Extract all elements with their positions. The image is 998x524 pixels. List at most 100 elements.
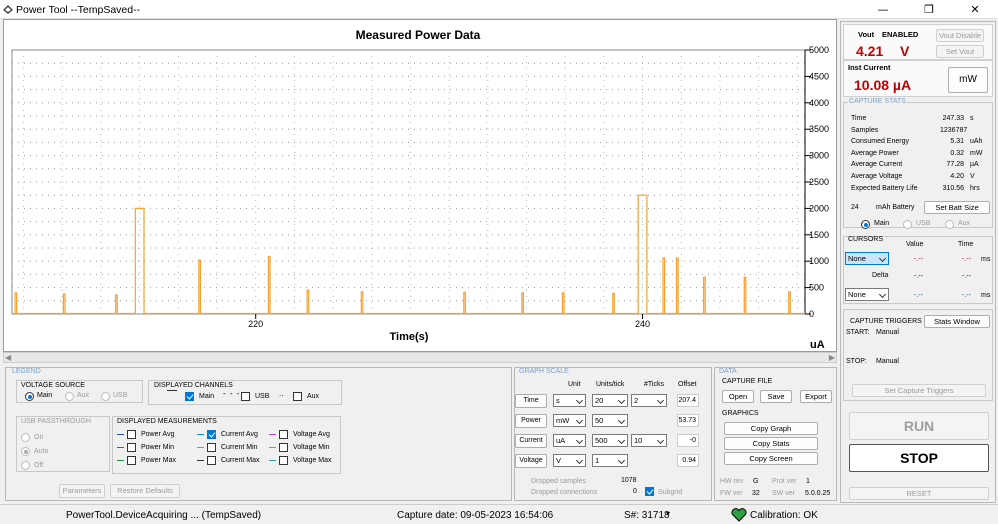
measurement-label: Voltage Max <box>293 457 332 464</box>
stats-source-main-radio[interactable] <box>861 220 870 229</box>
stats-source-aux-radio[interactable] <box>945 220 954 229</box>
mw-toggle-button[interactable]: mW <box>948 67 988 93</box>
export-button[interactable]: Export <box>800 390 832 403</box>
fw-ver-label: FW ver <box>720 490 743 497</box>
stop-button[interactable]: STOP <box>849 444 989 472</box>
measurement-label: Voltage Avg <box>293 431 330 438</box>
vs-aux-radio[interactable] <box>65 392 74 401</box>
horizontal-scrollbar[interactable]: ◀ ▶ <box>3 352 837 363</box>
scale-offset-input[interactable]: 207.4 <box>677 394 699 407</box>
vs-main-radio[interactable] <box>25 392 34 401</box>
measurement-swatch <box>269 447 276 448</box>
scale-offset-input[interactable]: 0.94 <box>677 454 699 467</box>
channel-usb-label: USB <box>255 393 270 400</box>
cursor1-time: -.-- <box>962 256 971 263</box>
prot-ver-label: Prot ver <box>772 478 797 485</box>
stats-source-usb-radio[interactable] <box>903 220 912 229</box>
y-tick-label: 0 <box>809 309 814 319</box>
channel-usb-checkbox[interactable] <box>241 392 250 401</box>
measurement-checkbox[interactable] <box>279 456 288 465</box>
maximize-button[interactable]: ❐ <box>906 0 952 19</box>
scale-unit-select[interactable]: mW <box>553 414 586 427</box>
inst-current-value: 10.08 µA <box>854 77 912 93</box>
cursor1-select[interactable]: None <box>845 252 889 265</box>
scale-row-button[interactable]: Power <box>515 414 547 428</box>
subgrid-checkbox[interactable] <box>645 487 654 496</box>
scale-offset-input[interactable]: -0 <box>677 434 699 447</box>
scale-upt-select[interactable]: 50 <box>592 414 628 427</box>
scale-upt-select[interactable]: 20 <box>592 394 628 407</box>
stat-label: Average Voltage <box>851 173 903 180</box>
usb-passthrough-label: USB PASSTHROUGH <box>21 418 91 425</box>
measurement-checkbox[interactable] <box>207 456 216 465</box>
vout-label: Vout <box>858 30 875 39</box>
close-button[interactable]: ✕ <box>952 0 998 19</box>
vs-main-label: Main <box>37 392 53 399</box>
capture-stats-group: CAPTURE STATS Time 247.33 s Samples 12367… <box>843 98 993 228</box>
scale-unit-select[interactable]: V <box>553 454 586 467</box>
vs-usb-radio[interactable] <box>101 392 110 401</box>
main-line-swatch <box>167 390 177 391</box>
dropped-samples-value: 1078 <box>621 477 637 484</box>
copy-graph-button[interactable]: Copy Graph <box>724 422 818 435</box>
stats-window-button[interactable]: Stats Window <box>924 315 990 328</box>
set-batt-size-button[interactable]: Set Batt Size <box>924 201 990 214</box>
measurement-checkbox[interactable] <box>279 443 288 452</box>
reset-button[interactable]: RESET <box>849 487 989 500</box>
measurement-checkbox[interactable] <box>207 443 216 452</box>
channel-main-checkbox[interactable] <box>185 392 194 401</box>
usb-off-label: Off <box>34 462 44 469</box>
measurement-swatch <box>197 434 204 435</box>
minimize-button[interactable]: — <box>860 0 906 19</box>
sw-ver-value: 5.0.0.25 <box>805 490 831 497</box>
usb-line-swatch: - - - <box>223 389 241 398</box>
parameters-button[interactable]: Parameters <box>59 484 105 498</box>
scale-ticks-select[interactable]: 2 <box>631 394 667 407</box>
copy-stats-button[interactable]: Copy Stats <box>724 437 818 450</box>
measurement-checkbox[interactable] <box>207 430 216 439</box>
save-button[interactable]: Save <box>760 390 792 403</box>
scale-row-button[interactable]: Time <box>515 394 547 408</box>
displayed-measurements-label: DISPLAYED MEASUREMENTS <box>117 418 217 425</box>
usb-off-radio[interactable] <box>21 461 30 470</box>
scale-upt-select[interactable]: 500 <box>592 434 628 447</box>
measurement-checkbox[interactable] <box>279 430 288 439</box>
measurement-checkbox[interactable] <box>127 443 136 452</box>
channel-aux-checkbox[interactable] <box>293 392 302 401</box>
scale-upt-select[interactable]: 1 <box>592 454 628 467</box>
scale-ticks-select[interactable]: 10 <box>631 434 667 447</box>
current-avg-series-line <box>12 194 805 315</box>
capture-stats-legend: CAPTURE STATS <box>848 98 907 105</box>
vout-disable-button[interactable]: Vout Disable <box>936 29 984 42</box>
run-button[interactable]: RUN <box>849 412 989 440</box>
battery-size: 24 <box>851 204 859 211</box>
scale-unit-select[interactable]: uA <box>553 434 586 447</box>
restore-defaults-button[interactable]: Restore Defaults <box>110 484 180 498</box>
measurement-checkbox[interactable] <box>127 430 136 439</box>
usb-auto-radio[interactable] <box>21 447 30 456</box>
stats-source-usb-label: USB <box>916 220 931 227</box>
y-tick-label: 3000 <box>809 151 829 161</box>
copy-screen-button[interactable]: Copy Screen <box>724 452 818 465</box>
stats-source-radios: Main USB Aux <box>861 219 991 231</box>
set-capture-triggers-button[interactable]: Set Capture Triggers <box>852 384 986 397</box>
cursor2-select[interactable]: None <box>845 288 889 301</box>
stat-value: 1236787 <box>940 126 968 134</box>
y-tick-label: 3500 <box>809 124 829 134</box>
scroll-left-icon[interactable]: ◀ <box>5 353 11 362</box>
power-chart[interactable]: Measured Power Data 0 500 1000 1500 2000 2500… <box>3 19 837 352</box>
stat-unit: uAh <box>970 138 983 146</box>
measurement-checkbox[interactable] <box>127 456 136 465</box>
scroll-right-icon[interactable]: ▶ <box>829 353 835 362</box>
scale-offset-input[interactable]: 53.73 <box>677 414 699 427</box>
scale-row-button[interactable]: Current <box>515 434 547 448</box>
scale-row-button[interactable]: Voltage <box>515 454 547 468</box>
scale-unit-select[interactable]: s <box>553 394 586 407</box>
usb-on-radio[interactable] <box>21 433 30 442</box>
serial-number[interactable]: S#: 31718 <box>624 510 670 521</box>
open-button[interactable]: Open <box>722 390 754 403</box>
chevron-down-icon[interactable]: ▾ <box>666 509 670 518</box>
y-tick-label: 2000 <box>809 203 829 213</box>
set-vout-button[interactable]: Set Vout <box>936 45 984 58</box>
measurement-label: Voltage Min <box>293 444 330 451</box>
